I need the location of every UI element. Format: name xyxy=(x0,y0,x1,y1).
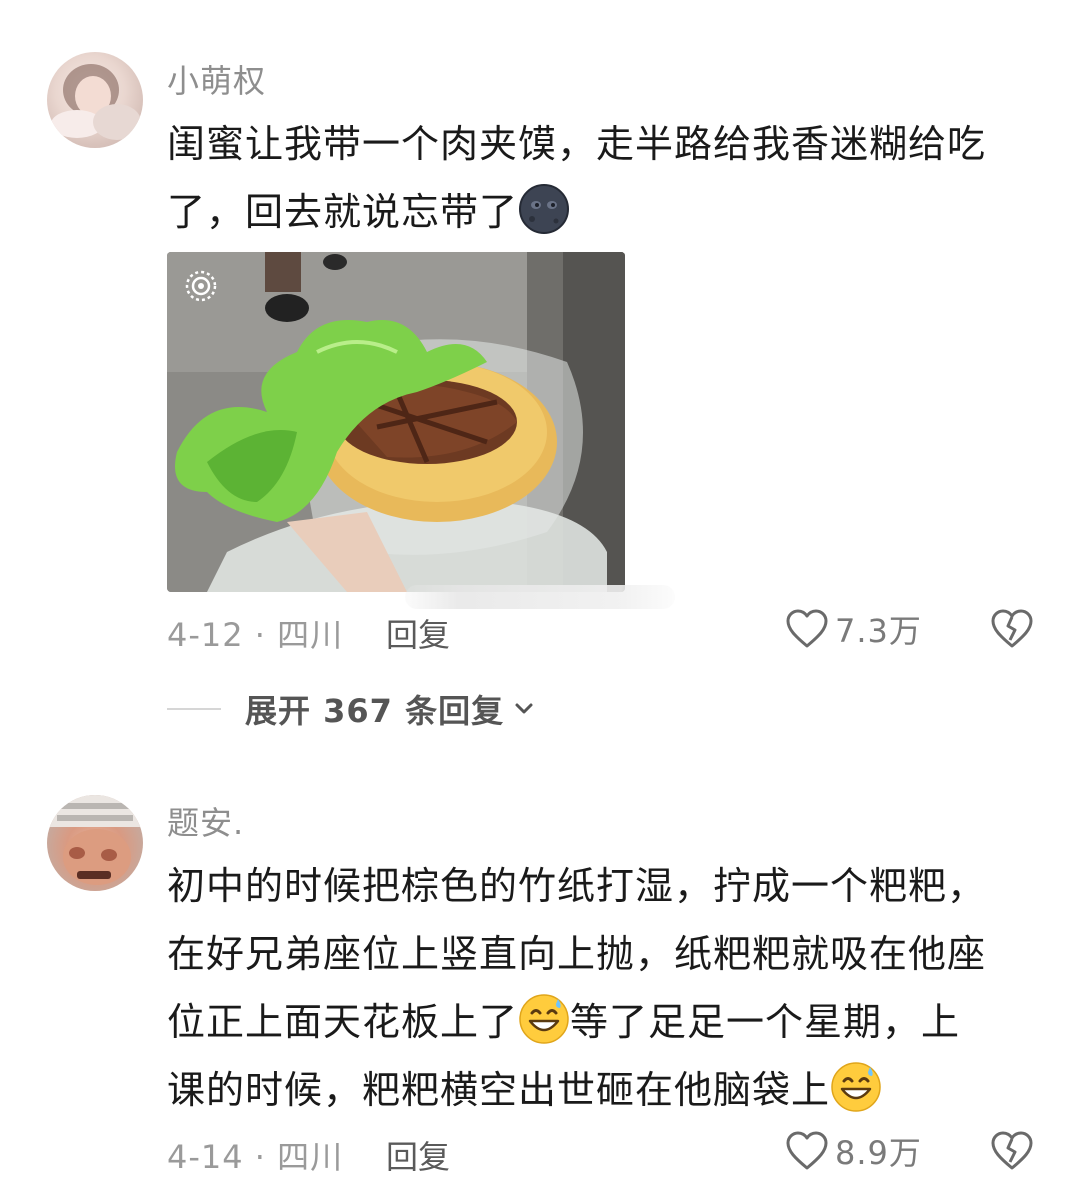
like-count: 7.3万 xyxy=(835,612,922,650)
comment-text: 初中的时候把棕色的竹纸打湿，拧成一个粑粑， 在好兄弟座位上竖直向上抛，纸粑粑就吸… xyxy=(167,852,1037,1124)
username[interactable]: 题安. xyxy=(167,798,244,844)
comment-text-line: 初中的时候把棕色的竹纸打湿，拧成一个粑粑， xyxy=(167,864,987,908)
comment-date-location: 4-12 · 四川 xyxy=(167,616,344,654)
chevron-down-icon xyxy=(515,703,533,714)
comment-image[interactable] xyxy=(167,252,625,592)
comment-text-line: 课的时候，粑粑横空出世砸在他脑袋上 xyxy=(167,1056,1037,1124)
divider-line xyxy=(167,708,221,710)
comment-text-segment: 位正上面天花板上了 xyxy=(167,1000,519,1044)
food-photo xyxy=(167,252,625,592)
broken-heart-icon xyxy=(991,609,1033,648)
heart-outline-icon xyxy=(786,609,828,648)
avatar[interactable] xyxy=(47,795,143,891)
expand-replies-button[interactable]: 展开 367 条回复 xyxy=(167,686,536,732)
broken-heart-icon xyxy=(991,1131,1033,1170)
comment-text-segment: 了，回去就说忘带了 xyxy=(167,190,519,234)
comment-text-line: 在好兄弟座位上竖直向上抛，纸粑粑就吸在他座 xyxy=(167,932,987,976)
comment-date-location: 4-14 · 四川 xyxy=(167,1138,344,1176)
like-button[interactable]: 8.9万 xyxy=(785,1128,922,1174)
comment-text-line: 了，回去就说忘带了 xyxy=(167,178,1037,246)
username[interactable]: 小萌权 xyxy=(167,56,266,102)
reply-button[interactable]: 回复 xyxy=(386,610,450,656)
image-caption-blur xyxy=(405,585,675,609)
dislike-button[interactable] xyxy=(990,1130,1034,1176)
like-button[interactable]: 7.3万 xyxy=(785,606,922,652)
new-moon-face-icon xyxy=(519,184,570,234)
heart-outline-icon xyxy=(786,1131,828,1170)
comment-text-segment: 课的时候，粑粑横空出世砸在他脑袋上 xyxy=(167,1068,831,1112)
like-count: 8.9万 xyxy=(835,1134,922,1172)
dislike-button[interactable] xyxy=(990,608,1034,654)
expand-replies-label: 展开 367 条回复 xyxy=(245,692,505,730)
avatar-image xyxy=(51,64,141,140)
grinning-sweat-face-icon xyxy=(519,994,569,1044)
grinning-sweat-face-icon xyxy=(831,1062,881,1112)
avatar-image xyxy=(47,795,143,885)
reply-button[interactable]: 回复 xyxy=(386,1132,450,1178)
comment-text-segment: 等了足足一个星期，上 xyxy=(570,1000,961,1044)
avatar[interactable] xyxy=(47,52,143,148)
comment-text-line: 位正上面天花板上了 等了足足一个星期，上 xyxy=(167,988,1037,1056)
comment-text-line: 闺蜜让我带一个肉夹馍，走半路给我香迷糊给吃 xyxy=(167,122,987,166)
comment-text: 闺蜜让我带一个肉夹馍，走半路给我香迷糊给吃 了，回去就说忘带了 xyxy=(167,110,1037,246)
